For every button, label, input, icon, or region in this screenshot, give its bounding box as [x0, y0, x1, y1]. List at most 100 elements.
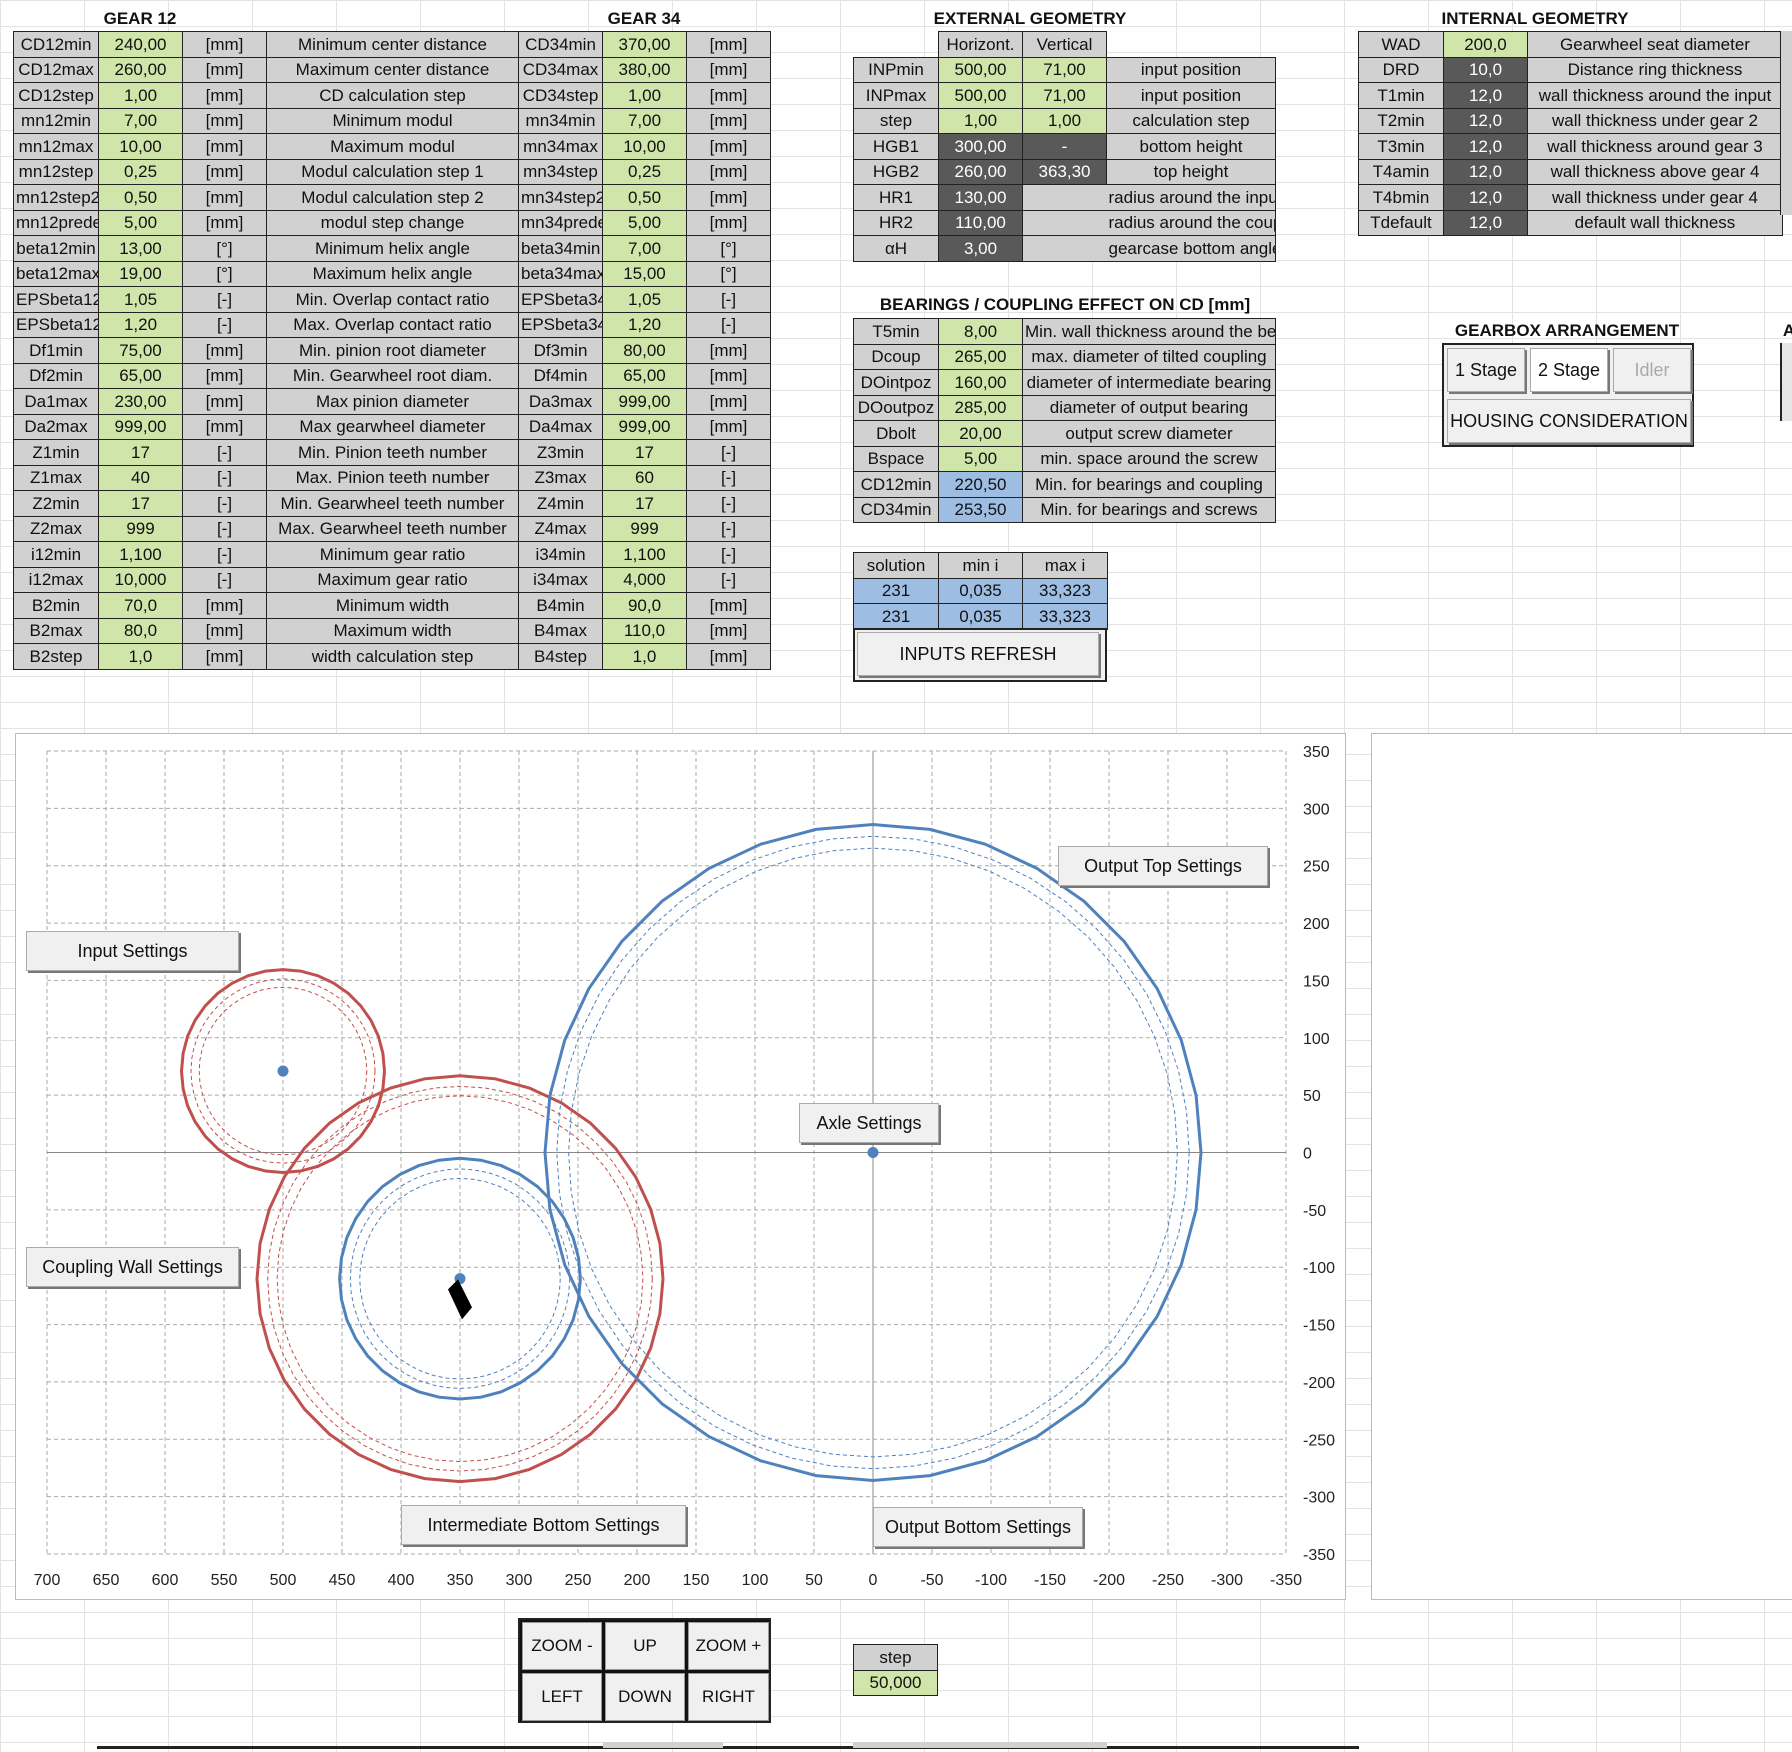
external-horizontal-value[interactable]: 3,00 [938, 235, 1023, 262]
zoom-in-button[interactable]: ZOOM + [688, 1622, 769, 1670]
output-top-settings-button[interactable]: Output Top Settings [1058, 846, 1268, 886]
gear34-param-value[interactable]: 380,00 [602, 56, 687, 83]
internal-param-value[interactable]: 12,0 [1443, 209, 1528, 236]
external-horizontal-value[interactable]: 110,00 [938, 209, 1023, 236]
bearing-param-value[interactable]: 20,00 [938, 420, 1023, 447]
gear12-param-value[interactable]: 0,50 [98, 184, 183, 211]
gear34-param-value[interactable]: 10,00 [602, 133, 687, 160]
gear12-param-value[interactable]: 10,000 [98, 566, 183, 593]
gear12-param-value[interactable]: 1,100 [98, 541, 183, 568]
internal-param-value[interactable]: 10,0 [1443, 56, 1528, 83]
gear12-param-value[interactable]: 40 [98, 464, 183, 491]
gear34-param-value[interactable]: 90,0 [602, 592, 687, 619]
gear34-param-value[interactable]: 15,00 [602, 260, 687, 287]
external-vertical-value[interactable]: - [1022, 133, 1107, 160]
zoom-out-button[interactable]: ZOOM - [522, 1622, 602, 1670]
gear34-param-value[interactable]: 999,00 [602, 413, 687, 440]
right-button[interactable]: RIGHT [688, 1673, 769, 1721]
gear34-param-value[interactable]: 65,00 [602, 362, 687, 389]
left-button[interactable]: LEFT [522, 1673, 602, 1721]
external-vertical-value[interactable]: 71,00 [1022, 56, 1107, 83]
external-vertical-value[interactable]: 71,00 [1022, 82, 1107, 109]
bearing-param-value[interactable]: 160,00 [938, 369, 1023, 396]
coupling-wall-settings-button[interactable]: Coupling Wall Settings [26, 1247, 239, 1287]
gear12-param-value[interactable]: 5,00 [98, 209, 183, 236]
intermediate-bottom-settings-button[interactable]: Intermediate Bottom Settings [401, 1505, 686, 1545]
bearing-param-value[interactable]: 8,00 [938, 318, 1023, 345]
up-button[interactable]: UP [605, 1622, 685, 1670]
gear34-param-value[interactable]: 7,00 [602, 235, 687, 262]
gear34-param-value[interactable]: 370,00 [602, 31, 687, 58]
gear34-param-value[interactable]: 1,20 [602, 311, 687, 338]
gear34-param-value[interactable]: 4,000 [602, 566, 687, 593]
gear12-param-value[interactable]: 65,00 [98, 362, 183, 389]
gear12-param-value[interactable]: 75,00 [98, 337, 183, 364]
gear12-param-value[interactable]: 1,20 [98, 311, 183, 338]
gear12-param-value[interactable]: 70,0 [98, 592, 183, 619]
axle-settings-button[interactable]: Axle Settings [799, 1103, 939, 1143]
housing-consideration-button[interactable]: HOUSING CONSIDERATION [1447, 399, 1691, 443]
gear12-param-value[interactable]: 19,00 [98, 260, 183, 287]
external-horizontal-value[interactable]: 260,00 [938, 158, 1023, 185]
gear34-param-value[interactable]: 80,00 [602, 337, 687, 364]
output-bottom-settings-button[interactable]: Output Bottom Settings [873, 1507, 1083, 1547]
input-settings-button[interactable]: Input Settings [26, 931, 239, 971]
gear34-param-value[interactable]: 17 [602, 490, 687, 517]
gear34-param-value[interactable]: 60 [602, 464, 687, 491]
gear34-param-value[interactable]: 999,00 [602, 388, 687, 415]
gear12-param-value[interactable]: 1,00 [98, 82, 183, 109]
gear12-param-value[interactable]: 999,00 [98, 413, 183, 440]
internal-param-value[interactable]: 12,0 [1443, 107, 1528, 134]
one-stage-button[interactable]: 1 Stage [1447, 348, 1525, 392]
gear34-param-value[interactable]: 999 [602, 515, 687, 542]
gear34-param-value[interactable]: 0,50 [602, 184, 687, 211]
down-button[interactable]: DOWN [605, 1673, 685, 1721]
bearing-param-value[interactable]: 5,00 [938, 445, 1023, 472]
external-vertical-value[interactable]: 363,30 [1022, 158, 1107, 185]
gear34-param-value[interactable]: 17 [602, 439, 687, 466]
external-horizontal-value[interactable]: 1,00 [938, 107, 1023, 134]
external-vertical-value[interactable] [1022, 184, 1107, 211]
internal-param-value[interactable]: 12,0 [1443, 133, 1528, 160]
gear12-param-value[interactable]: 17 [98, 490, 183, 517]
gear12-param-value[interactable]: 7,00 [98, 107, 183, 134]
internal-param-value[interactable]: 200,0 [1443, 31, 1528, 58]
external-vertical-value[interactable]: 1,00 [1022, 107, 1107, 134]
external-vertical-value[interactable] [1022, 209, 1107, 236]
gear34-param-value[interactable]: 110,0 [602, 617, 687, 644]
gear12-param-value[interactable]: 999 [98, 515, 183, 542]
gear12-param-value[interactable]: 17 [98, 439, 183, 466]
inputs-refresh-button[interactable]: INPUTS REFRESH [857, 632, 1099, 676]
gear34-param-value[interactable]: 1,0 [602, 643, 687, 670]
internal-param-value[interactable]: 12,0 [1443, 184, 1528, 211]
gear12-param-value[interactable]: 230,00 [98, 388, 183, 415]
gear34-param-value[interactable]: 5,00 [602, 209, 687, 236]
gear34-param-value[interactable]: 1,00 [602, 82, 687, 109]
gear12-param-value[interactable]: 1,0 [98, 643, 183, 670]
gear34-param-value[interactable]: 1,05 [602, 286, 687, 313]
bearing-param-value[interactable]: 265,00 [938, 343, 1023, 370]
external-horizontal-value[interactable]: 130,00 [938, 184, 1023, 211]
gear34-param-value[interactable]: 0,25 [602, 158, 687, 185]
gear12-param-value[interactable]: 13,00 [98, 235, 183, 262]
gear12-param-value[interactable]: 240,00 [98, 31, 183, 58]
internal-param-value[interactable]: 12,0 [1443, 158, 1528, 185]
gear12-param-value[interactable]: 1,05 [98, 286, 183, 313]
gear34-param-value[interactable]: 1,100 [602, 541, 687, 568]
bearing-param-value[interactable]: 253,50 [938, 496, 1023, 523]
external-vertical-value[interactable] [1022, 235, 1107, 262]
internal-param-value[interactable]: 12,0 [1443, 82, 1528, 109]
step-value[interactable]: 50,000 [853, 1669, 938, 1696]
gear12-param-value[interactable]: 260,00 [98, 56, 183, 83]
bearing-param-value[interactable]: 285,00 [938, 394, 1023, 421]
gear12-param-value[interactable]: 80,0 [98, 617, 183, 644]
external-horizontal-value[interactable]: 300,00 [938, 133, 1023, 160]
external-horizontal-value[interactable]: 500,00 [938, 56, 1023, 83]
external-horizontal-value[interactable]: 500,00 [938, 82, 1023, 109]
gear34-param-value[interactable]: 7,00 [602, 107, 687, 134]
gear12-param-value[interactable]: 10,00 [98, 133, 183, 160]
gear12-param-value[interactable]: 0,25 [98, 158, 183, 185]
two-stage-button[interactable]: 2 Stage [1530, 348, 1608, 392]
idler-button[interactable]: Idler [1613, 348, 1691, 392]
bearing-param-value[interactable]: 220,50 [938, 471, 1023, 498]
